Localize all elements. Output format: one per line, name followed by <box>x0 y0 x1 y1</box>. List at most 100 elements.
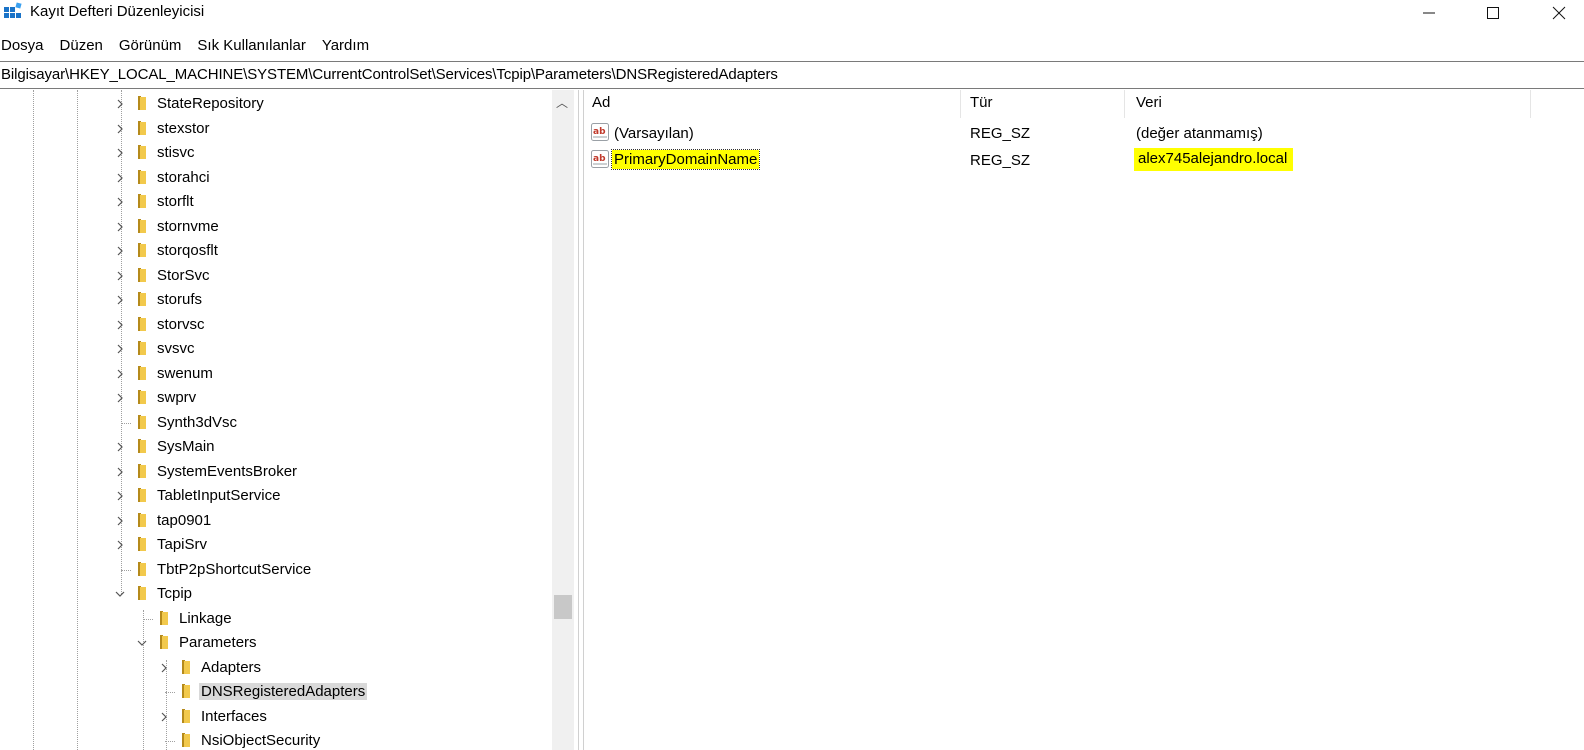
tree-item[interactable]: SystemEventsBroker <box>0 460 552 484</box>
folder-icon <box>138 414 146 429</box>
menu-help[interactable]: Yardım <box>322 36 369 58</box>
folder-icon <box>138 488 146 502</box>
tree-item-label: storahci <box>157 168 210 186</box>
chevron-right-icon[interactable] <box>114 172 126 184</box>
tree-item[interactable]: Tcpip <box>0 582 552 606</box>
tree-item[interactable]: stexstor <box>0 117 552 141</box>
maximize-icon <box>1487 7 1499 19</box>
tree-item-label: DNSRegisteredAdapters <box>199 683 368 700</box>
folder-icon <box>138 145 146 159</box>
column-separator[interactable] <box>960 90 961 118</box>
menu-favorites[interactable]: Sık Kullanılanlar <box>197 36 305 58</box>
folder-icon <box>138 243 146 257</box>
chevron-right-icon[interactable] <box>114 98 126 110</box>
chevron-right-icon[interactable] <box>114 392 126 404</box>
menu-view[interactable]: Görünüm <box>119 36 182 58</box>
chevron-right-icon[interactable] <box>114 343 126 355</box>
tree-item-label: storufs <box>157 291 203 308</box>
folder-icon <box>138 586 146 600</box>
chevron-right-icon[interactable] <box>114 123 126 135</box>
tree-item[interactable]: TabletInputService <box>0 484 552 508</box>
column-separator[interactable] <box>1124 90 1125 118</box>
tree-item[interactable]: Synth3dVsc <box>0 411 552 435</box>
folder-icon <box>138 512 146 527</box>
close-icon <box>1552 6 1566 20</box>
tree-scrollbar[interactable]: ︿ <box>552 90 574 750</box>
chevron-right-icon[interactable] <box>114 147 126 159</box>
chevron-down-icon[interactable] <box>136 637 148 649</box>
chevron-right-icon[interactable] <box>114 245 126 257</box>
tree-item[interactable]: NsiObjectSecurity <box>0 729 552 750</box>
chevron-down-icon[interactable] <box>114 588 126 600</box>
chevron-right-icon[interactable] <box>114 539 126 551</box>
tree-item-label: stexstor <box>157 119 210 137</box>
address-bar[interactable]: Bilgisayar\HKEY_LOCAL_MACHINE\SYSTEM\Cur… <box>0 61 1584 89</box>
tree-item[interactable]: Adapters <box>0 656 552 680</box>
folder-icon <box>182 684 190 698</box>
table-row[interactable]: ab PrimaryDomainName REG_SZ alex745aleja… <box>584 148 1544 174</box>
tree-item[interactable]: Interfaces <box>0 705 552 729</box>
registry-tree: StateRepository stexstor stisvc storahci sto… <box>0 90 552 750</box>
tree-item[interactable]: Linkage <box>0 607 552 631</box>
folder-icon <box>138 292 146 306</box>
chevron-right-icon[interactable] <box>114 319 126 331</box>
svg-text:ab: ab <box>593 154 606 164</box>
chevron-right-icon[interactable] <box>114 221 126 233</box>
chevron-right-icon[interactable] <box>114 515 126 527</box>
chevron-right-icon[interactable] <box>114 466 126 478</box>
tree-item[interactable]: StorSvc <box>0 264 552 288</box>
scroll-thumb[interactable] <box>554 595 572 619</box>
chevron-right-icon[interactable] <box>158 662 170 674</box>
tree-item[interactable]: SysMain <box>0 435 552 459</box>
tree-item[interactable]: storvsc <box>0 313 552 337</box>
chevron-right-icon[interactable] <box>158 711 170 723</box>
tree-item-label: stornvme <box>157 217 219 235</box>
table-row[interactable]: ab (Varsayılan) REG_SZ (değer atanmamış) <box>584 122 1544 148</box>
folder-icon <box>138 439 146 453</box>
tree-item[interactable]: storufs <box>0 288 552 312</box>
tree-item[interactable]: stisvc <box>0 141 552 165</box>
folder-icon <box>138 96 146 110</box>
chevron-right-icon[interactable] <box>114 368 126 380</box>
chevron-right-icon[interactable] <box>114 441 126 453</box>
tree-item[interactable]: swprv <box>0 386 552 410</box>
chevron-right-icon[interactable] <box>114 294 126 306</box>
column-header-name[interactable]: Ad <box>592 94 610 118</box>
menu-edit[interactable]: Düzen <box>60 36 103 58</box>
folder-icon <box>182 708 190 723</box>
maximize-button[interactable] <box>1470 0 1516 26</box>
tree-item[interactable]: storahci <box>0 166 552 190</box>
chevron-right-icon[interactable] <box>114 270 126 282</box>
string-value-icon: ab <box>591 150 609 168</box>
column-header-type[interactable]: Tür <box>970 94 993 118</box>
column-separator[interactable] <box>1530 90 1531 118</box>
address-path[interactable]: Bilgisayar\HKEY_LOCAL_MACHINE\SYSTEM\Cur… <box>1 66 778 83</box>
folder-icon <box>160 610 168 625</box>
tree-item[interactable]: storflt <box>0 190 552 214</box>
tree-item[interactable]: swenum <box>0 362 552 386</box>
column-header-data[interactable]: Veri <box>1136 94 1162 118</box>
tree-item[interactable]: TbtP2pShortcutService <box>0 558 552 582</box>
tree-item[interactable]: svsvc <box>0 337 552 361</box>
folder-icon <box>138 218 146 233</box>
tree-item-label: swenum <box>157 364 213 382</box>
chevron-right-icon[interactable] <box>114 196 126 208</box>
tree-item[interactable]: TapiSrv <box>0 533 552 557</box>
scroll-up-icon[interactable]: ︿ <box>556 94 568 111</box>
minimize-button[interactable] <box>1406 0 1452 26</box>
tree-item[interactable]: storqosflt <box>0 239 552 263</box>
tree-item[interactable]: tap0901 <box>0 509 552 533</box>
tree-item[interactable]: StateRepository <box>0 92 552 116</box>
menu-bar: Dosya Düzen Görünüm Sık Kullanılanlar Ya… <box>0 36 385 58</box>
title-bar: Kayıt Defteri Düzenleyicisi <box>0 0 1584 26</box>
tree-item[interactable]: Parameters <box>0 631 552 655</box>
menu-file[interactable]: Dosya <box>1 36 44 58</box>
tree-item[interactable]: DNSRegisteredAdapters <box>0 680 552 704</box>
folder-icon <box>138 169 146 184</box>
folder-icon <box>138 316 146 331</box>
close-button[interactable] <box>1536 0 1582 26</box>
tree-item-label: storqosflt <box>157 242 218 259</box>
folder-icon <box>138 194 146 208</box>
tree-item[interactable]: stornvme <box>0 215 552 239</box>
chevron-right-icon[interactable] <box>114 490 126 502</box>
